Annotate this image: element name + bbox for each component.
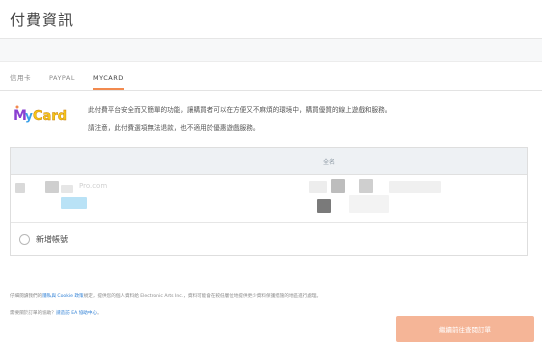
help-suffix: 。 <box>97 311 102 316</box>
modal-header: 付費資訊 <box>0 0 542 39</box>
header-spacer <box>0 39 542 62</box>
help-prefix: 需要關於訂單的協助？ <box>10 311 56 316</box>
tab-paypal[interactable]: PAYPAL <box>49 74 75 90</box>
privacy-suffix: 規定，提供您的個人資料給 Electronic Arts Inc.，資料可能會在… <box>83 294 322 299</box>
blurred-email-fragment: Pro.com <box>79 182 108 190</box>
description-line-2: 請注意，此付費選項無法退款，也不適用於優惠遊戲服務。 <box>88 124 260 132</box>
payment-modal: 付費資訊 信用卡 PAYPAL MYCARD M y Card 此付費平台安全而… <box>0 0 542 347</box>
blurred-account-name: Pro.com <box>15 181 115 209</box>
description-line-1: 此付費平台安全而又簡單的功能，讓購買者可以在方便又不麻煩的環境中，購買優質的線上… <box>88 106 392 114</box>
privacy-prefix: 仔細閱讀我們的 <box>10 294 43 299</box>
mycard-info: M y Card 此付費平台安全而又簡單的功能，讓購買者可以在方便又不麻煩的環境… <box>0 91 542 139</box>
continue-to-review-button[interactable]: 繼續前往查閱訂單 <box>396 316 534 342</box>
svg-text:y: y <box>25 109 33 123</box>
add-account-radio[interactable] <box>19 233 30 245</box>
blurred-account-fullname <box>309 179 449 219</box>
svg-text:Card: Card <box>33 109 67 124</box>
page-title: 付費資訊 <box>10 10 75 29</box>
mycard-logo-icon: M y Card <box>13 105 67 124</box>
accounts-panel: 全名 Pro.com 新增帳號 <box>10 147 528 256</box>
privacy-policy-link[interactable]: 隱私與 Cookie 政策 <box>42 294 83 299</box>
accounts-table-header: 全名 <box>11 148 527 175</box>
tab-mycard[interactable]: MYCARD <box>93 74 124 90</box>
legal-footer: 仔細閱讀我們的隱私與 Cookie 政策規定，提供您的個人資料給 Electro… <box>10 288 321 322</box>
help-notice: 需要關於訂單的協助？請造訪 EA 協助中心。 <box>10 305 321 322</box>
payment-method-tabs: 信用卡 PAYPAL MYCARD <box>0 62 542 91</box>
account-row[interactable]: Pro.com <box>11 175 527 223</box>
mycard-logo: M y Card <box>12 103 70 125</box>
add-account-option[interactable]: 新增帳號 <box>11 223 527 255</box>
tab-credit-card[interactable]: 信用卡 <box>10 72 31 90</box>
privacy-notice: 仔細閱讀我們的隱私與 Cookie 政策規定，提供您的個人資料給 Electro… <box>10 288 321 305</box>
column-header-full-name: 全名 <box>322 158 335 166</box>
add-account-label: 新增帳號 <box>36 234 68 244</box>
help-center-link[interactable]: 請造訪 EA 協助中心 <box>56 311 97 316</box>
mycard-description: 此付費平台安全而又簡單的功能，讓購買者可以在方便又不麻煩的環境中，購買優質的線上… <box>88 101 391 139</box>
